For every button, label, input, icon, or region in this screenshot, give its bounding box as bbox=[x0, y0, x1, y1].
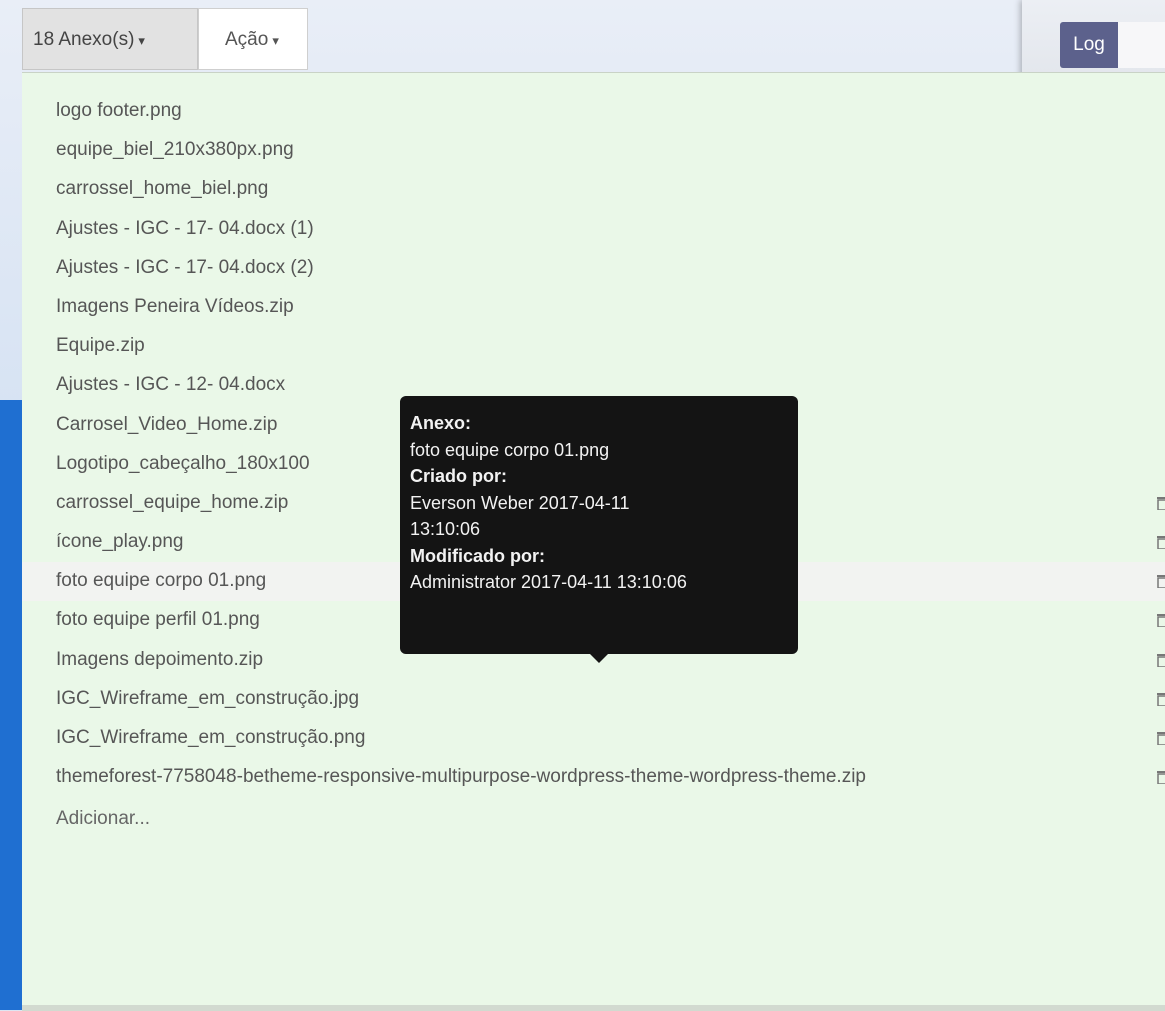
caret-down-icon: ▾ bbox=[272, 33, 279, 48]
attachment-name[interactable]: Carrosel_Video_Home.zip bbox=[56, 414, 277, 436]
attachment-item[interactable]: logo footer.png bbox=[22, 92, 1165, 131]
trash-icon[interactable] bbox=[1157, 496, 1165, 510]
tooltip-attachment-heading: Anexo: bbox=[410, 413, 472, 433]
attachment-item[interactable]: IGC_Wireframe_em_construção.jpg bbox=[22, 680, 1165, 719]
trash-icon[interactable] bbox=[1157, 574, 1165, 589]
attachment-name[interactable]: Ajustes - IGC - 17- 04.docx (2) bbox=[56, 257, 314, 279]
tooltip-created-heading: Criado por: bbox=[410, 466, 507, 486]
attachment-name[interactable]: logo footer.png bbox=[56, 100, 182, 122]
trash-icon[interactable] bbox=[1157, 770, 1165, 785]
blue-background-strip bbox=[0, 400, 22, 1010]
attachment-name[interactable]: IGC_Wireframe_em_construção.png bbox=[56, 727, 365, 749]
attachment-name[interactable]: Ajustes - IGC - 17- 04.docx (1) bbox=[56, 218, 314, 240]
tooltip-created-line1: Everson Weber 2017-04-11 bbox=[410, 492, 630, 513]
trash-icon[interactable] bbox=[1157, 535, 1165, 550]
attachment-item[interactable]: Ajustes - IGC - 17- 04.docx (2) bbox=[22, 249, 1165, 288]
attachment-name[interactable]: IGC_Wireframe_em_construção.jpg bbox=[56, 688, 359, 710]
attachment-name[interactable]: Equipe.zip bbox=[56, 335, 145, 357]
attachment-toolbar: 18 Anexo(s) ▾ Ação ▾ bbox=[22, 8, 1002, 70]
tooltip-attachment-name: foto equipe corpo 01.png bbox=[410, 439, 610, 460]
attachments-dropdown-button[interactable]: 18 Anexo(s) ▾ bbox=[22, 8, 198, 70]
attachment-item[interactable]: Ajustes - IGC - 17- 04.docx (1) bbox=[22, 210, 1165, 249]
attachment-name[interactable]: Imagens depoimento.zip bbox=[56, 649, 263, 671]
attachment-name[interactable]: Ajustes - IGC - 12- 04.docx bbox=[56, 374, 285, 396]
attachment-name[interactable]: carrossel_home_biel.png bbox=[56, 178, 268, 200]
attachment-tooltip: Anexo: foto equipe corpo 01.png Criado p… bbox=[400, 396, 798, 654]
attachment-item[interactable]: themeforest-7758048-betheme-responsive-m… bbox=[22, 758, 1165, 797]
attachment-name[interactable]: themeforest-7758048-betheme-responsive-m… bbox=[56, 766, 866, 788]
attachments-count-label: 18 Anexo(s) bbox=[33, 29, 135, 50]
attachment-item[interactable]: equipe_biel_210x380px.png bbox=[22, 131, 1165, 170]
attachment-name[interactable]: foto equipe perfil 01.png bbox=[56, 609, 260, 631]
tooltip-arrow bbox=[590, 654, 608, 663]
panel-bottom-border bbox=[22, 1005, 1165, 1011]
add-attachment-link[interactable]: Adicionar... bbox=[56, 808, 150, 830]
tooltip-modified-heading: Modificado por: bbox=[410, 545, 545, 566]
action-label: Ação bbox=[225, 29, 269, 50]
attachment-item[interactable]: IGC_Wireframe_em_construção.png bbox=[22, 719, 1165, 758]
attachment-item[interactable]: Equipe.zip bbox=[22, 327, 1165, 366]
attachment-name[interactable]: Logotipo_cabeçalho_180x100 bbox=[56, 453, 310, 475]
attachment-name[interactable]: equipe_biel_210x380px.png bbox=[56, 139, 294, 161]
trash-icon[interactable] bbox=[1157, 692, 1165, 706]
trash-icon[interactable] bbox=[1157, 613, 1165, 628]
attachment-item[interactable]: carrossel_home_biel.png bbox=[22, 170, 1165, 209]
adjacent-button[interactable] bbox=[1118, 22, 1165, 68]
log-button[interactable]: Log bbox=[1060, 22, 1118, 68]
trash-icon[interactable] bbox=[1157, 731, 1165, 745]
trash-icon[interactable] bbox=[1157, 653, 1165, 667]
attachment-name[interactable]: Imagens Peneira Vídeos.zip bbox=[56, 296, 294, 318]
tooltip-created-line2: 13:10:06 bbox=[410, 519, 481, 539]
caret-down-icon: ▾ bbox=[138, 33, 145, 48]
attachment-name[interactable]: carrossel_equipe_home.zip bbox=[56, 492, 288, 514]
attachment-name[interactable]: foto equipe corpo 01.png bbox=[56, 570, 266, 592]
action-dropdown-button[interactable]: Ação ▾ bbox=[198, 8, 308, 70]
attachment-item[interactable]: Imagens Peneira Vídeos.zip bbox=[22, 288, 1165, 327]
attachment-name[interactable]: ícone_play.png bbox=[56, 531, 183, 553]
tooltip-modified-value: Administrator 2017-04-11 13:10:06 bbox=[410, 572, 687, 592]
